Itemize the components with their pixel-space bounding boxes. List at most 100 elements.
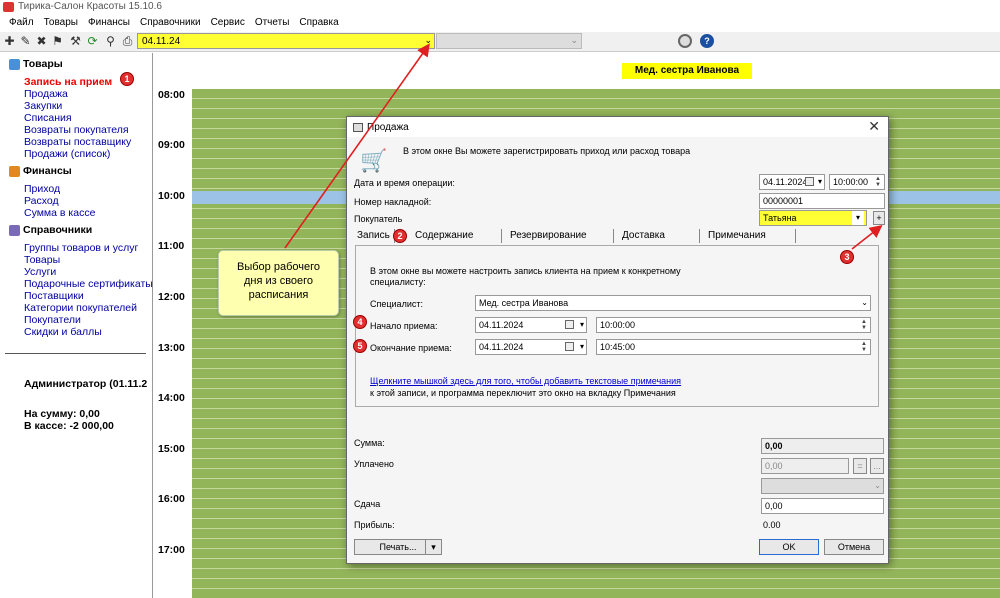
calendar-icon[interactable] <box>565 342 574 351</box>
sidebar-item-groups[interactable]: Группы товаров и услуг <box>24 242 138 254</box>
close-icon[interactable]: ✕ <box>868 118 880 135</box>
sidebar-item-supplier-returns[interactable]: Возвраты поставщику <box>24 136 131 148</box>
menu-finance[interactable]: Финансы <box>83 14 135 32</box>
section-title: Товары <box>23 58 63 70</box>
tab-reservation[interactable]: Резервирование <box>502 229 614 243</box>
schedule-date-select[interactable]: 04.11.24 ⌄ <box>137 33 435 49</box>
menu-references[interactable]: Справочники <box>135 14 206 32</box>
specialist-field[interactable]: Мед. сестра Иванова ⌄ <box>475 295 871 311</box>
end-date-field[interactable]: 04.11.2024 ▾ <box>475 339 587 355</box>
calendar-icon[interactable] <box>565 320 574 329</box>
menu-file[interactable]: Файл <box>4 14 39 32</box>
paid-field[interactable]: 0,00 <box>761 458 849 474</box>
hour-label: 12:00 <box>158 291 185 303</box>
sidebar-item-discounts[interactable]: Скидки и баллы <box>24 326 102 338</box>
sidebar-item-customer-returns[interactable]: Возвраты покупателя <box>24 124 129 136</box>
chevron-down-icon[interactable]: ⌄ <box>861 296 868 310</box>
specialist-label: Специалист: <box>370 299 423 309</box>
chevron-down-icon[interactable]: ▾ <box>852 211 864 225</box>
end-date-value: 04.11.2024 <box>479 342 524 352</box>
sum-label: Сумма: <box>354 438 385 448</box>
buyer-value: Татьяна <box>763 213 797 223</box>
chevron-down-icon[interactable]: ⌄ <box>874 479 881 493</box>
paid-more-button[interactable]: ... <box>870 458 884 474</box>
edit-icon[interactable]: ✎ <box>19 35 32 48</box>
menu-help[interactable]: Справка <box>294 14 343 32</box>
paid-equal-button[interactable]: = <box>853 458 867 474</box>
sidebar-item-services[interactable]: Услуги <box>24 266 56 278</box>
sidebar-item-appointment[interactable]: Запись на прием <box>24 76 112 88</box>
sidebar-item-writeoffs[interactable]: Списания <box>24 112 72 124</box>
spinner-icon[interactable]: ▲ ▼ <box>873 176 883 188</box>
tab-notes[interactable]: Примечания <box>700 229 796 243</box>
spinner-icon[interactable]: ▲ ▼ <box>859 319 869 331</box>
ok-button[interactable]: OK <box>759 539 819 555</box>
specialist-header: Мед. сестра Иванова <box>622 63 752 79</box>
flag-icon[interactable]: ⚑ <box>51 35 64 48</box>
gear-icon[interactable] <box>678 34 692 48</box>
end-time-field[interactable]: 10:45:00 ▲ ▼ <box>596 339 871 355</box>
sidebar-item-suppliers[interactable]: Поставщики <box>24 290 84 302</box>
print-button[interactable]: Печать... ▾ <box>354 539 442 555</box>
specialist-select[interactable]: ⌄ <box>436 33 582 49</box>
sidebar-item-cash-sum[interactable]: Сумма в кассе <box>24 207 95 219</box>
refresh-icon[interactable]: ⟳ <box>86 35 99 48</box>
search-icon[interactable]: ⚲ <box>104 35 117 48</box>
chevron-down-icon[interactable]: ⌄ <box>424 35 432 46</box>
callout-line: расписания <box>248 289 309 301</box>
cancel-button[interactable]: Отмена <box>824 539 884 555</box>
schedule-date-value: 04.11.24 <box>142 36 181 47</box>
sidebar-item-goods[interactable]: Товары <box>24 254 60 266</box>
dialog-intro: В этом окне Вы можете зарегистрировать п… <box>403 146 691 156</box>
help-icon[interactable]: ? <box>700 34 714 48</box>
operation-date-field[interactable]: 04.11.2024 ▾ <box>759 174 825 190</box>
tab-appointment[interactable]: Запись <box>349 229 395 243</box>
sidebar-item-income[interactable]: Приход <box>24 183 60 195</box>
menu-reports[interactable]: Отчеты <box>250 14 295 32</box>
sale-dialog: Продажа ✕ 🛒 В этом окне Вы можете зареги… <box>346 116 889 564</box>
sidebar-item-expense[interactable]: Расход <box>24 195 59 207</box>
start-date-field[interactable]: 04.11.2024 ▾ <box>475 317 587 333</box>
delete-icon[interactable]: ✖ <box>35 35 48 48</box>
payment-type-select[interactable]: ⌄ <box>761 478 884 494</box>
hour-label: 08:00 <box>158 89 185 101</box>
panel-intro: специалисту: <box>370 277 426 287</box>
step-badge: 2 <box>393 229 407 243</box>
calendar-icon[interactable] <box>805 177 814 186</box>
tools-icon[interactable]: ⚒ <box>69 35 82 48</box>
sidebar-item-customer-categories[interactable]: Категории покупателей <box>24 302 137 314</box>
start-time-field[interactable]: 10:00:00 ▲ ▼ <box>596 317 871 333</box>
profit-value: 0.00 <box>763 520 781 530</box>
print-icon[interactable]: ⎙ <box>121 35 134 48</box>
sidebar-item-gift-certificates[interactable]: Подарочные сертификаты <box>24 278 153 290</box>
operation-time-field[interactable]: 10:00:00 ▲ ▼ <box>829 174 885 190</box>
add-icon[interactable]: ✚ <box>3 35 16 48</box>
invoice-field[interactable]: 00000001 <box>759 193 885 209</box>
admin-info: Администратор (01.11.2 <box>24 378 148 390</box>
dialog-title: Продажа <box>367 122 409 133</box>
profit-label: Прибыль: <box>354 520 395 530</box>
end-time-value: 10:45:00 <box>600 342 636 352</box>
menu-goods[interactable]: Товары <box>39 14 83 32</box>
change-field: 0,00 <box>761 498 884 514</box>
chevron-down-icon[interactable]: ▾ <box>580 340 584 354</box>
chevron-down-icon[interactable]: ⌄ <box>570 35 578 46</box>
callout-line: Выбор рабочего <box>237 261 320 273</box>
add-buyer-button[interactable]: + <box>873 211 885 225</box>
buyer-label: Покупатель <box>354 214 403 224</box>
sidebar-item-customers[interactable]: Покупатели <box>24 314 81 326</box>
tab-delivery[interactable]: Доставка <box>614 229 700 243</box>
spinner-icon[interactable]: ▲ ▼ <box>859 341 869 353</box>
menu-service[interactable]: Сервис <box>206 14 250 32</box>
annotation-callout: Выбор рабочего дня из своего расписания <box>218 250 339 316</box>
step-badge: 3 <box>840 250 854 264</box>
sidebar-item-sales-list[interactable]: Продажи (список) <box>24 148 110 160</box>
add-notes-link[interactable]: Щелкните мышкой здесь для того, чтобы до… <box>370 376 681 386</box>
sidebar-item-sale[interactable]: Продажа <box>24 88 68 100</box>
tab-content[interactable]: Содержание <box>407 229 502 243</box>
buyer-select[interactable]: Татьяна ▾ <box>759 210 867 226</box>
sidebar-item-purchases[interactable]: Закупки <box>24 100 62 112</box>
chevron-down-icon[interactable]: ▾ <box>580 318 584 332</box>
chevron-down-icon[interactable]: ▾ <box>425 540 441 554</box>
chevron-down-icon[interactable]: ▾ <box>818 175 822 189</box>
